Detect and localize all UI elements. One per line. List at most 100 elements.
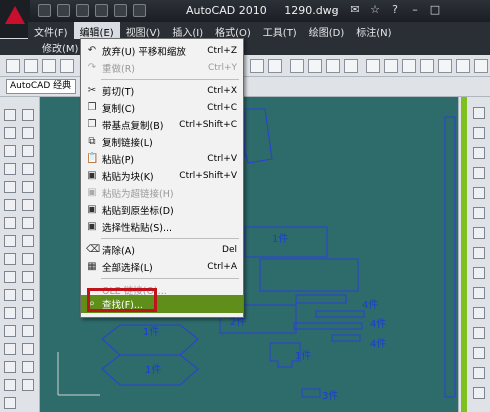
pan-icon[interactable]: [290, 59, 304, 73]
stretch-icon[interactable]: [22, 253, 34, 265]
menu-format[interactable]: 格式(O): [209, 22, 257, 39]
menu-view[interactable]: 视图(V): [120, 22, 167, 39]
new-icon[interactable]: [38, 4, 51, 17]
sheet-set-icon[interactable]: [420, 59, 434, 73]
region-icon[interactable]: [4, 379, 16, 391]
tool-palettes-icon[interactable]: [402, 59, 416, 73]
quickcalc-icon[interactable]: [456, 59, 470, 73]
minimize-icon[interactable]: –: [408, 3, 422, 17]
menu-item-copy-base[interactable]: ❐ 带基点复制(B) Ctrl+Shift+C: [81, 116, 243, 133]
endpoint-icon[interactable]: [473, 167, 485, 179]
new-file-icon[interactable]: [6, 59, 20, 73]
tangent-icon[interactable]: [473, 267, 485, 279]
menu-file[interactable]: 文件(F): [28, 22, 74, 39]
quadrant-icon[interactable]: [473, 247, 485, 259]
nearest-icon[interactable]: [473, 347, 485, 359]
table-icon[interactable]: [4, 397, 16, 409]
save-icon[interactable]: [76, 4, 89, 17]
app-logo[interactable]: [0, 0, 30, 38]
menu-item-paste[interactable]: 📋 粘贴(P) Ctrl+V: [81, 150, 243, 167]
polygon-icon[interactable]: [4, 163, 16, 175]
zoom-window-icon[interactable]: [326, 59, 340, 73]
insert-block-icon[interactable]: [4, 307, 16, 319]
print-icon[interactable]: [60, 59, 74, 73]
erase-icon[interactable]: [22, 109, 34, 121]
construction-line-icon[interactable]: [4, 127, 16, 139]
block-editor-icon[interactable]: [268, 59, 282, 73]
offset-icon[interactable]: [22, 163, 34, 175]
menu-item-cut[interactable]: ✂ 剪切(T) Ctrl+X: [81, 82, 243, 99]
join-icon[interactable]: [22, 325, 34, 337]
rectangle-icon[interactable]: [4, 181, 16, 193]
redo-icon[interactable]: [114, 4, 127, 17]
menu-insert[interactable]: 插入(I): [166, 22, 209, 39]
arc-icon[interactable]: [4, 199, 16, 211]
polyline-icon[interactable]: [4, 145, 16, 157]
workspace-select[interactable]: AutoCAD 经典: [6, 79, 76, 94]
menu-dimension[interactable]: 标注(N): [350, 22, 397, 39]
osnap-icon[interactable]: [473, 147, 485, 159]
explode-icon[interactable]: [22, 379, 34, 391]
menu-draw[interactable]: 绘图(D): [303, 22, 351, 39]
perpendicular-icon[interactable]: [473, 287, 485, 299]
menu-item-paste-hyperlink[interactable]: ▣ 粘贴为超链接(H): [81, 184, 243, 201]
match-properties-icon[interactable]: [250, 59, 264, 73]
open-icon[interactable]: [57, 4, 70, 17]
make-block-icon[interactable]: [4, 325, 16, 337]
communication-icon[interactable]: ✉: [348, 3, 362, 17]
none-snap-icon[interactable]: [473, 367, 485, 379]
menu-tools[interactable]: 工具(T): [257, 22, 303, 39]
extend-icon[interactable]: [22, 289, 34, 301]
parallel-icon[interactable]: [473, 307, 485, 319]
menu-edit[interactable]: 编辑(E): [73, 22, 120, 39]
center-icon[interactable]: [473, 227, 485, 239]
midpoint-icon[interactable]: [473, 187, 485, 199]
copy-object-icon[interactable]: [22, 127, 34, 139]
menu-item-paste-orig[interactable]: ▣ 粘贴到原坐标(D): [81, 201, 243, 218]
zoom-realtime-icon[interactable]: [308, 59, 322, 73]
save-file-icon[interactable]: [42, 59, 56, 73]
layer-icon[interactable]: [473, 107, 485, 119]
help-toolbar-icon[interactable]: [474, 59, 488, 73]
properties-panel-icon[interactable]: [473, 127, 485, 139]
toolbar-grip[interactable]: [461, 97, 467, 412]
menu-item-clear[interactable]: ⌫ 清除(A) Del: [81, 241, 243, 258]
menu-item-copy-link[interactable]: ⧉ 复制链接(L): [81, 133, 243, 150]
break-icon[interactable]: [22, 307, 34, 319]
menu-item-paste-block[interactable]: ▣ 粘贴为块(K) Ctrl+Shift+V: [81, 167, 243, 184]
node-icon[interactable]: [473, 327, 485, 339]
fillet-icon[interactable]: [22, 361, 34, 373]
favorites-icon[interactable]: ☆: [368, 3, 382, 17]
properties-icon[interactable]: [366, 59, 380, 73]
menu-item-copy[interactable]: ❐ 复制(C) Ctrl+C: [81, 99, 243, 116]
markup-icon[interactable]: [438, 59, 452, 73]
binoculars-icon[interactable]: ⌕: [328, 3, 342, 17]
menu-item-select-all[interactable]: ▦ 全部选择(L) Ctrl+A: [81, 258, 243, 275]
menu-item-paste-special[interactable]: ▣ 选择性粘贴(S)...: [81, 218, 243, 235]
line-icon[interactable]: [4, 109, 16, 121]
undo-icon[interactable]: [95, 4, 108, 17]
osnap-settings-icon[interactable]: [473, 387, 485, 399]
intersection-icon[interactable]: [473, 207, 485, 219]
menu-item-undo[interactable]: ↶ 放弃(U) 平移和缩放 Ctrl+Z: [81, 42, 243, 59]
spline-icon[interactable]: [4, 253, 16, 265]
menu-item-redo[interactable]: ↷ 重做(R) Ctrl+Y: [81, 59, 243, 76]
circle-icon[interactable]: [4, 217, 16, 229]
point-icon[interactable]: [4, 343, 16, 355]
help-icon[interactable]: ?: [388, 3, 402, 17]
hatch-icon[interactable]: [4, 361, 16, 373]
rotate-icon[interactable]: [22, 217, 34, 229]
ellipse-icon[interactable]: [4, 271, 16, 283]
menu-modify[interactable]: 修改(M): [36, 39, 84, 55]
open-file-icon[interactable]: [24, 59, 38, 73]
array-icon[interactable]: [22, 181, 34, 193]
trim-icon[interactable]: [22, 271, 34, 283]
zoom-previous-icon[interactable]: [344, 59, 358, 73]
design-center-icon[interactable]: [384, 59, 398, 73]
revision-cloud-icon[interactable]: [4, 235, 16, 247]
maximize-icon[interactable]: □: [428, 3, 442, 17]
ellipse-arc-icon[interactable]: [4, 289, 16, 301]
move-icon[interactable]: [22, 199, 34, 211]
mirror-icon[interactable]: [22, 145, 34, 157]
chamfer-icon[interactable]: [22, 343, 34, 355]
